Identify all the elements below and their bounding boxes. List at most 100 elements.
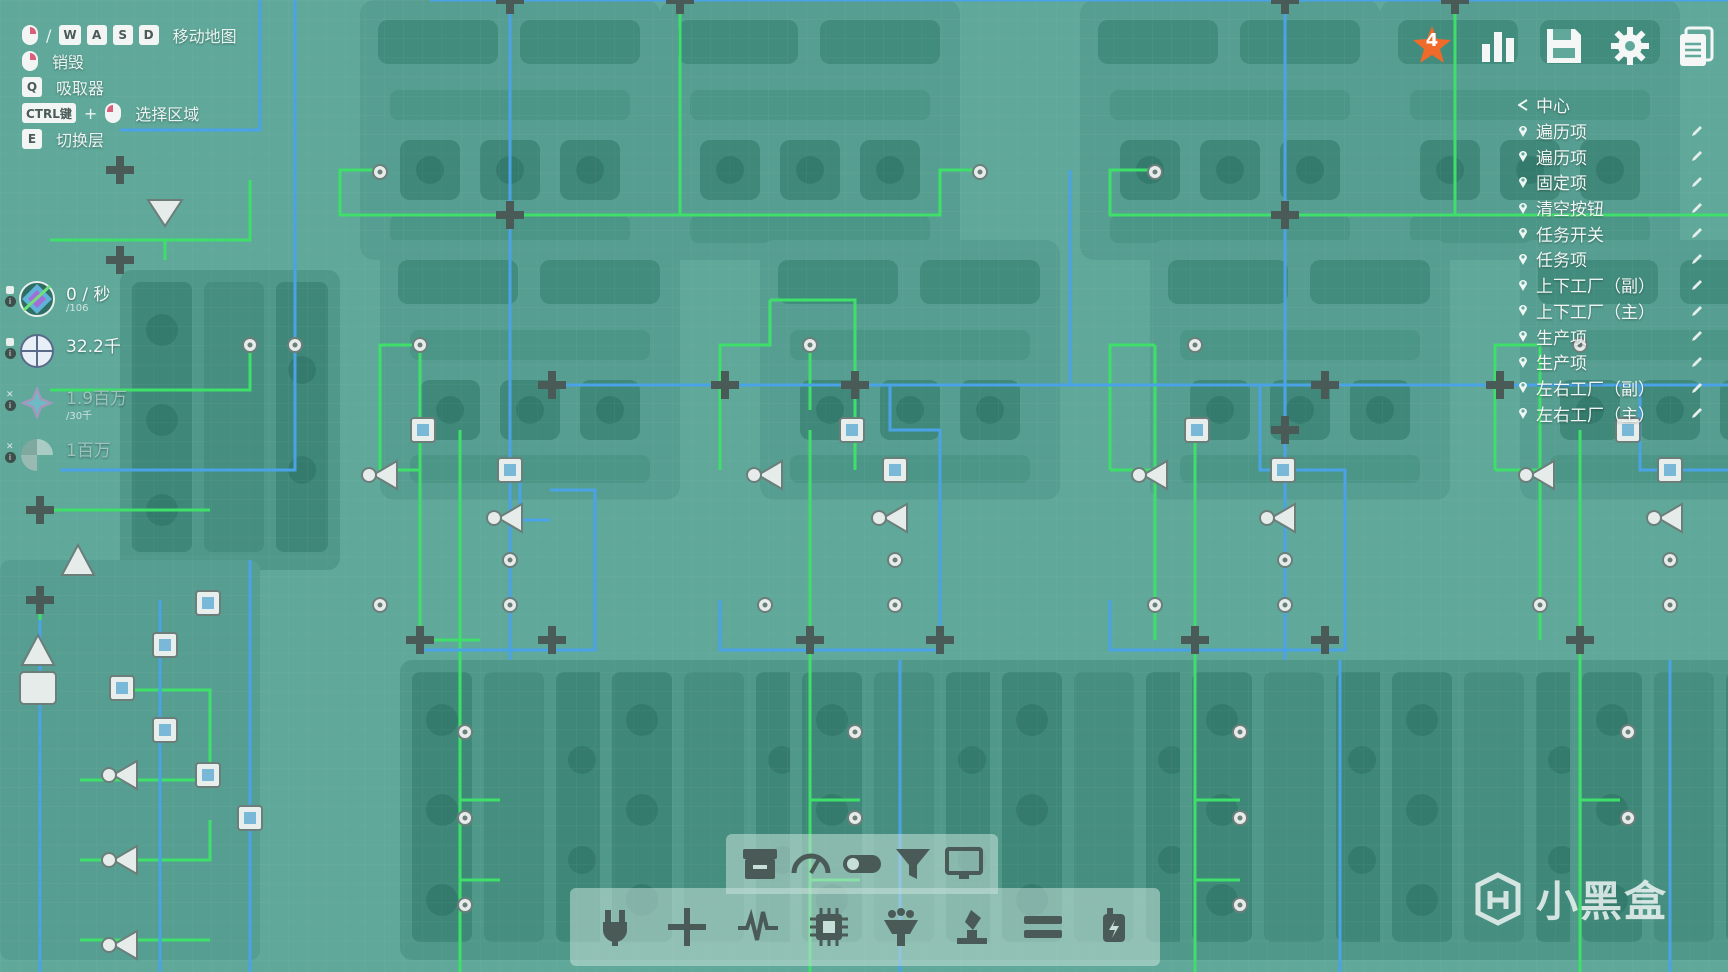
watermark: 小黑盒 xyxy=(1470,868,1668,929)
save-button[interactable] xyxy=(1542,24,1586,68)
waypoint-item[interactable]: 任务项 xyxy=(1516,246,1728,272)
close-icon[interactable]: ✕ xyxy=(6,390,14,400)
waypoint-label: 生产项 xyxy=(1536,354,1587,375)
key-ctrl: CTRL键 xyxy=(22,103,76,123)
edit-pencil-icon[interactable] xyxy=(1690,304,1704,318)
map-pin-icon xyxy=(1519,202,1527,214)
stat-half-circle-value: 1百万 xyxy=(66,441,111,461)
wire-connector-icon xyxy=(602,910,627,946)
blueprint-library-button[interactable] xyxy=(1674,24,1718,68)
stat-circle-value: 32.2千 xyxy=(66,337,121,357)
circle-shape-icon xyxy=(20,334,54,368)
waypoint-label: 任务开关 xyxy=(1536,225,1604,246)
stat-half-circle[interactable]: ✕ i 1百万 xyxy=(2,434,127,486)
level-badge-count: 4 xyxy=(1425,30,1439,51)
palette-display-storage[interactable] xyxy=(737,841,783,887)
virtual-processor-icon xyxy=(883,908,918,946)
waypoint-label: 左右工厂（副） xyxy=(1536,379,1655,400)
edit-pencil-icon[interactable] xyxy=(1690,406,1704,420)
close-icon[interactable]: ✕ xyxy=(6,442,14,452)
building-palette-secondary xyxy=(726,834,998,894)
waypoint-item[interactable]: 清空按钮 xyxy=(1516,195,1728,221)
switch-layer-label: 切换层 xyxy=(56,131,105,150)
info-icon[interactable]: i xyxy=(4,452,16,463)
map-pin-icon xyxy=(1519,125,1527,137)
palette-toggle[interactable] xyxy=(839,841,885,887)
waypoint-item[interactable]: 任务开关 xyxy=(1516,220,1728,246)
waypoint-item[interactable]: 固定项 xyxy=(1516,169,1728,195)
wire-cross-icon xyxy=(667,908,706,946)
palette-wire[interactable] xyxy=(593,904,639,950)
waypoint-item[interactable]: 生产项 xyxy=(1516,349,1728,375)
pin-icon[interactable] xyxy=(6,286,14,294)
waypoint-center[interactable]: 中心 xyxy=(1516,92,1728,118)
waypoint-item[interactable]: 左右工厂（主） xyxy=(1516,400,1728,426)
edit-pencil-icon[interactable] xyxy=(1690,175,1704,189)
key-e: E xyxy=(22,129,42,149)
waypoint-item[interactable]: 上下工厂（主） xyxy=(1516,298,1728,324)
edit-pencil-icon[interactable] xyxy=(1690,201,1704,215)
palette-filter[interactable] xyxy=(890,841,936,887)
waypoint-item[interactable]: 遍历项 xyxy=(1516,143,1728,169)
stat-star[interactable]: ✕ i 1.9百万 /30千 xyxy=(2,382,127,434)
waypoint-label: 左右工厂（主） xyxy=(1536,405,1655,426)
save-icon xyxy=(1547,29,1581,63)
star-shape-icon xyxy=(20,386,54,420)
display-storage-icon xyxy=(742,849,777,879)
shape-goal-icon xyxy=(19,281,55,317)
waypoint-label: 遍历项 xyxy=(1536,123,1587,144)
waypoint-label: 遍历项 xyxy=(1536,148,1587,169)
watermark-text: 小黑盒 xyxy=(1536,877,1669,926)
edit-pencil-icon[interactable] xyxy=(1690,329,1704,343)
palette-signal[interactable] xyxy=(735,904,781,950)
palette-logic-chip[interactable] xyxy=(806,904,852,950)
stat-circle[interactable]: i 32.2千 xyxy=(2,330,127,382)
waypoint-label: 任务项 xyxy=(1536,251,1587,272)
waypoint-item[interactable]: 上下工厂（副） xyxy=(1516,272,1728,298)
select-area-label: 选择区域 xyxy=(135,105,200,124)
pipette-hint: Q 吸取器 xyxy=(22,74,237,100)
edit-pencil-icon[interactable] xyxy=(1690,124,1704,138)
map-pin-icon xyxy=(1519,382,1527,394)
statistics-button[interactable] xyxy=(1476,24,1520,68)
info-icon[interactable]: i xyxy=(4,400,16,411)
pipette-label: 吸取器 xyxy=(56,79,105,98)
info-icon[interactable]: i xyxy=(4,348,16,359)
half-circle-shape-icon xyxy=(21,439,53,471)
factory-map-canvas[interactable] xyxy=(0,0,1728,972)
key-q: Q xyxy=(22,77,42,97)
palette-monitor[interactable] xyxy=(941,841,987,887)
controls-help: / W A S D 移动地图 销毁 Q 吸取器 CTRL键 + 选择区域 E 切… xyxy=(22,22,237,152)
pin-icon[interactable] xyxy=(6,338,14,346)
edit-pencil-icon[interactable] xyxy=(1690,355,1704,369)
map-pin-icon xyxy=(1519,356,1527,368)
palette-virtual-processor[interactable] xyxy=(878,904,924,950)
destroy-hint: 销毁 xyxy=(22,48,237,74)
destroy-label: 销毁 xyxy=(52,53,85,72)
edit-pencil-icon[interactable] xyxy=(1690,278,1704,292)
palette-comparator[interactable] xyxy=(1020,904,1066,950)
palette-power[interactable] xyxy=(1091,904,1137,950)
edit-pencil-icon[interactable] xyxy=(1690,149,1704,163)
palette-gauge[interactable] xyxy=(788,841,834,887)
select-area-hint: CTRL键 + 选择区域 xyxy=(22,100,237,126)
center-arrow-icon xyxy=(1518,98,1528,111)
waypoint-item[interactable]: 左右工厂（副） xyxy=(1516,375,1728,401)
palette-wire-cross[interactable] xyxy=(664,904,710,950)
edit-pencil-icon[interactable] xyxy=(1690,381,1704,395)
levels-button[interactable]: 4 xyxy=(1410,24,1454,68)
palette-analyzer[interactable] xyxy=(949,904,995,950)
waypoint-label: 固定项 xyxy=(1536,174,1587,195)
settings-button[interactable] xyxy=(1608,24,1652,68)
mouse-left-icon xyxy=(105,103,122,123)
filter-icon xyxy=(896,849,931,879)
waypoints-list: 中心 遍历项 遍历项 固定项 清空按钮 任务开关 任务项 上下工厂（副） 上下工厂（主） 生产项… xyxy=(1516,92,1728,426)
map-pin-icon xyxy=(1519,331,1527,343)
edit-pencil-icon[interactable] xyxy=(1690,252,1704,266)
monitor-icon xyxy=(945,847,984,879)
info-icon[interactable]: i xyxy=(4,296,16,307)
stat-goal[interactable]: i 0 / 秒 /106 xyxy=(2,278,127,330)
waypoint-item[interactable]: 遍历项 xyxy=(1516,118,1728,144)
edit-pencil-icon[interactable] xyxy=(1690,226,1704,240)
waypoint-item[interactable]: 生产项 xyxy=(1516,323,1728,349)
